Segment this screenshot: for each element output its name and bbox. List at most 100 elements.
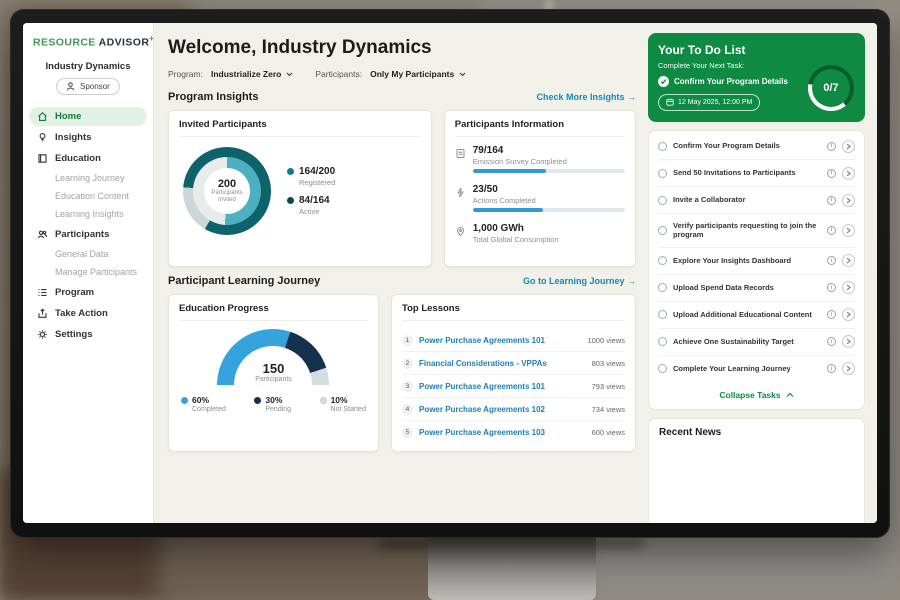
task-checkbox[interactable]: [658, 256, 667, 265]
donut-legend: 164/200 Registered 84/164 Active: [287, 158, 335, 224]
sidebar-item-learning-insights[interactable]: Learning Insights: [23, 206, 147, 223]
task-checkbox[interactable]: [658, 226, 667, 235]
info-icon[interactable]: [827, 337, 836, 346]
task-checkbox[interactable]: [658, 196, 667, 205]
info-icon[interactable]: [827, 226, 836, 235]
person-icon: [65, 81, 76, 92]
card-title: Invited Participants: [179, 119, 421, 137]
lesson-link[interactable]: Power Purchase Agreements 103: [419, 428, 586, 437]
lesson-views: 793 views: [592, 382, 625, 391]
export-icon: [37, 308, 48, 319]
lesson-row: 1 Power Purchase Agreements 101 1000 vie…: [402, 329, 625, 352]
chevron-right-icon[interactable]: [842, 167, 855, 180]
legend-item-completed: 60% Completed: [181, 395, 226, 413]
info-icon[interactable]: [827, 256, 836, 265]
chevron-right-icon[interactable]: [842, 281, 855, 294]
task-checkbox[interactable]: [658, 364, 667, 373]
task-checkbox[interactable]: [658, 283, 667, 292]
chevron-right-icon[interactable]: [842, 254, 855, 267]
sidebar-item-manage-participants[interactable]: Manage Participants: [23, 264, 147, 281]
chevron-right-icon[interactable]: [842, 140, 855, 153]
gear-icon: [37, 329, 48, 340]
lesson-link[interactable]: Power Purchase Agreements 101: [419, 382, 586, 391]
registered-dot: [287, 168, 294, 175]
chevron-right-icon[interactable]: [842, 362, 855, 375]
sidebar-item-insights[interactable]: Insights: [29, 128, 147, 147]
content-area: Welcome, Industry Dynamics Program: Indu…: [154, 23, 877, 523]
lesson-link[interactable]: Power Purchase Agreements 102: [419, 405, 586, 414]
chevron-right-icon[interactable]: [842, 194, 855, 207]
info-icon[interactable]: [827, 283, 836, 292]
home-icon: [37, 111, 48, 122]
chevron-down-icon: [286, 69, 293, 79]
lesson-rank: 3: [402, 381, 413, 392]
program-select[interactable]: Industrialize Zero: [211, 69, 293, 79]
location-pin-icon: [455, 224, 466, 235]
sponsor-badge[interactable]: Sponsor: [56, 78, 120, 95]
todo-progress-value: 0/7: [812, 69, 850, 107]
chevron-right-icon[interactable]: [842, 224, 855, 237]
sidebar-item-education[interactable]: Education: [29, 149, 147, 168]
sidebar-item-general-data[interactable]: General Data: [23, 246, 147, 263]
legend-item-registered: 164/200 Registered: [287, 166, 335, 187]
lesson-link[interactable]: Power Purchase Agreements 101: [419, 336, 581, 345]
invited-donut-chart: 200 Participants Invited: [183, 147, 271, 235]
task-row-send-invitations[interactable]: Send 50 Invitations to Participants: [658, 160, 855, 187]
task-checkbox[interactable]: [658, 310, 667, 319]
info-icon[interactable]: [827, 142, 836, 151]
task-row-verify-participants[interactable]: Verify participants requesting to join t…: [658, 214, 855, 248]
info-icon[interactable]: [827, 310, 836, 319]
info-icon[interactable]: [827, 196, 836, 205]
progress-fill: [473, 169, 546, 173]
lesson-views: 1000 views: [587, 336, 625, 345]
chevron-right-icon[interactable]: [842, 335, 855, 348]
stat-global-consumption: 1,000 GWh Total Global Consumption: [455, 223, 625, 247]
task-row-invite-collaborator[interactable]: Invite a Collaborator: [658, 187, 855, 214]
task-row-achieve-target[interactable]: Achieve One Sustainability Target: [658, 329, 855, 356]
sidebar-item-education-content[interactable]: Education Content: [23, 188, 147, 205]
lightbulb-icon: [37, 132, 48, 143]
task-checkbox[interactable]: [658, 337, 667, 346]
check-more-insights-link[interactable]: Check More Insights: [536, 92, 636, 102]
info-icon[interactable]: [827, 169, 836, 178]
lesson-link[interactable]: Financial Considerations - VPPAs: [419, 359, 586, 368]
lesson-rank: 4: [402, 404, 413, 415]
chevron-down-icon: [459, 69, 466, 79]
next-task[interactable]: Confirm Your Program Details: [658, 76, 798, 87]
participants-filter-label: Participants:: [315, 69, 362, 79]
participants-select[interactable]: Only My Participants: [370, 69, 466, 79]
sidebar-item-take-action[interactable]: Take Action: [29, 304, 147, 323]
task-checkbox[interactable]: [658, 169, 667, 178]
app-logo[interactable]: RESOURCE ADVISOR+: [23, 34, 153, 49]
sidebar-nav: Home Insights Education Learning Journey…: [23, 107, 153, 344]
sidebar-item-participants[interactable]: Participants: [29, 225, 147, 244]
task-row-confirm-program[interactable]: Confirm Your Program Details: [658, 133, 855, 160]
progress-bar: [473, 169, 625, 173]
task-row-complete-learning-journey[interactable]: Complete Your Learning Journey: [658, 356, 855, 382]
check-icon: [658, 76, 669, 87]
sidebar-item-learning-journey[interactable]: Learning Journey: [23, 170, 147, 187]
legend-item-active: 84/164 Active: [287, 195, 335, 216]
monitor-frame: RESOURCE ADVISOR+ Industry Dynamics Spon…: [10, 9, 890, 538]
learning-journey-cards: Education Progress 150 Participants 60%: [168, 294, 636, 452]
invited-participants-card: Invited Participants 200 Participants In…: [168, 110, 432, 267]
lesson-rank: 1: [402, 335, 413, 346]
lesson-row: 3 Power Purchase Agreements 101 793 view…: [402, 375, 625, 398]
chevron-right-icon[interactable]: [842, 308, 855, 321]
top-lessons-card: Top Lessons 1 Power Purchase Agreements …: [391, 294, 636, 452]
sidebar-item-home[interactable]: Home: [29, 107, 147, 126]
program-filter-label: Program:: [168, 69, 203, 79]
go-to-learning-journey-link[interactable]: Go to Learning Journey: [523, 276, 636, 286]
collapse-tasks-button[interactable]: Collapse Tasks: [658, 382, 855, 405]
pending-dot: [254, 397, 261, 404]
progress-bar: [473, 208, 625, 212]
task-checkbox[interactable]: [658, 142, 667, 151]
task-row-upload-educational-content[interactable]: Upload Additional Educational Content: [658, 302, 855, 329]
task-row-upload-spend-data[interactable]: Upload Spend Data Records: [658, 275, 855, 302]
info-icon[interactable]: [827, 364, 836, 373]
lesson-row: 4 Power Purchase Agreements 102 734 view…: [402, 398, 625, 421]
sidebar-item-program[interactable]: Program: [29, 283, 147, 302]
dashboard-screen: RESOURCE ADVISOR+ Industry Dynamics Spon…: [23, 23, 877, 523]
task-row-explore-insights[interactable]: Explore Your Insights Dashboard: [658, 248, 855, 275]
sidebar-item-settings[interactable]: Settings: [29, 325, 147, 344]
